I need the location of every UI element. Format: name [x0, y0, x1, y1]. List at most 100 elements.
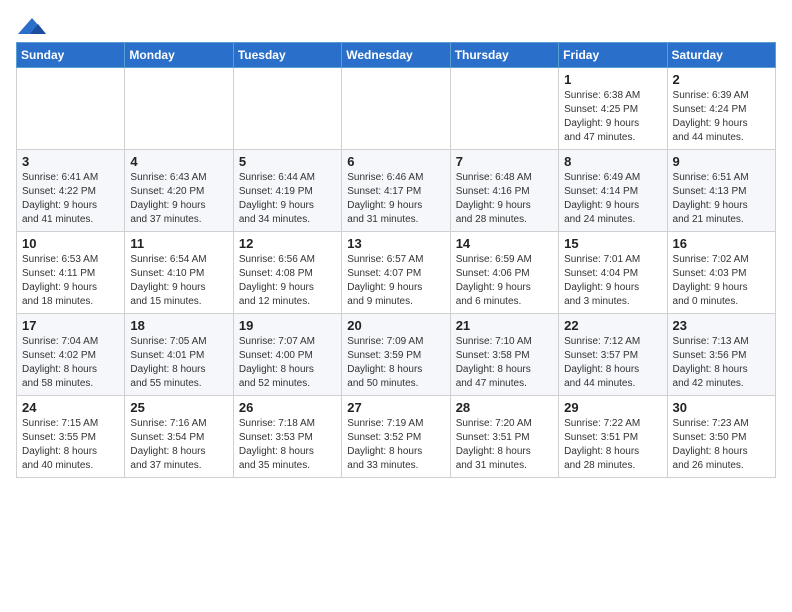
- calendar-cell: 18 Sunrise: 7:05 AM Sunset: 4:01 PM Dayli…: [125, 314, 233, 396]
- day-info: Sunrise: 6:48 AM Sunset: 4:16 PM Dayligh…: [456, 171, 553, 227]
- header-monday: Monday: [125, 43, 233, 68]
- calendar-week-row: 17 Sunrise: 7:04 AM Sunset: 4:02 PM Dayli…: [17, 314, 776, 396]
- header-saturday: Saturday: [667, 43, 775, 68]
- header-sunday: Sunday: [17, 43, 125, 68]
- day-info: Sunrise: 6:56 AM Sunset: 4:08 PM Dayligh…: [239, 253, 336, 309]
- calendar-cell: 10 Sunrise: 6:53 AM Sunset: 4:11 PM Dayli…: [17, 232, 125, 314]
- calendar-cell: 2 Sunrise: 6:39 AM Sunset: 4:24 PM Daylig…: [667, 68, 775, 150]
- day-info: Sunrise: 7:12 AM Sunset: 3:57 PM Dayligh…: [564, 335, 661, 391]
- day-info: Sunrise: 7:10 AM Sunset: 3:58 PM Dayligh…: [456, 335, 553, 391]
- calendar-week-row: 3 Sunrise: 6:41 AM Sunset: 4:22 PM Daylig…: [17, 150, 776, 232]
- calendar-cell: 29Sunrise: 7:22 AM Sunset: 3:51 PM Dayli…: [559, 396, 667, 478]
- day-number: 16: [673, 236, 770, 251]
- day-number: 12: [239, 236, 336, 251]
- day-info: Sunrise: 7:16 AM Sunset: 3:54 PM Dayligh…: [130, 417, 227, 473]
- header-thursday: Thursday: [450, 43, 558, 68]
- day-info: Sunrise: 7:18 AM Sunset: 3:53 PM Dayligh…: [239, 417, 336, 473]
- day-info: Sunrise: 7:07 AM Sunset: 4:00 PM Dayligh…: [239, 335, 336, 391]
- calendar-cell: 30 Sunrise: 7:23 AM Sunset: 3:50 PM Dayli…: [667, 396, 775, 478]
- calendar-cell: 21 Sunrise: 7:10 AM Sunset: 3:58 PM Dayli…: [450, 314, 558, 396]
- calendar-cell: [233, 68, 341, 150]
- day-info: Sunrise: 6:43 AM Sunset: 4:20 PM Dayligh…: [130, 171, 227, 227]
- header-tuesday: Tuesday: [233, 43, 341, 68]
- day-number: 30: [673, 400, 770, 415]
- calendar-cell: 11Sunrise: 6:54 AM Sunset: 4:10 PM Dayli…: [125, 232, 233, 314]
- day-number: 23: [673, 318, 770, 333]
- day-number: 2: [673, 72, 770, 87]
- logo: [16, 16, 46, 34]
- page-header: [16, 16, 776, 34]
- day-number: 6: [347, 154, 444, 169]
- day-number: 24: [22, 400, 119, 415]
- day-info: Sunrise: 6:44 AM Sunset: 4:19 PM Dayligh…: [239, 171, 336, 227]
- calendar-cell: 3 Sunrise: 6:41 AM Sunset: 4:22 PM Daylig…: [17, 150, 125, 232]
- calendar-cell: 24 Sunrise: 7:15 AM Sunset: 3:55 PM Dayli…: [17, 396, 125, 478]
- day-info: Sunrise: 7:05 AM Sunset: 4:01 PM Dayligh…: [130, 335, 227, 391]
- calendar-cell: 15 Sunrise: 7:01 AM Sunset: 4:04 PM Dayli…: [559, 232, 667, 314]
- calendar-cell: 8 Sunrise: 6:49 AM Sunset: 4:14 PM Daylig…: [559, 150, 667, 232]
- calendar-cell: 19 Sunrise: 7:07 AM Sunset: 4:00 PM Dayli…: [233, 314, 341, 396]
- calendar-cell: 6 Sunrise: 6:46 AM Sunset: 4:17 PM Daylig…: [342, 150, 450, 232]
- day-number: 13: [347, 236, 444, 251]
- day-info: Sunrise: 7:01 AM Sunset: 4:04 PM Dayligh…: [564, 253, 661, 309]
- day-number: 19: [239, 318, 336, 333]
- day-number: 15: [564, 236, 661, 251]
- day-info: Sunrise: 6:41 AM Sunset: 4:22 PM Dayligh…: [22, 171, 119, 227]
- day-number: 14: [456, 236, 553, 251]
- day-number: 1: [564, 72, 661, 87]
- calendar-cell: 17 Sunrise: 7:04 AM Sunset: 4:02 PM Dayli…: [17, 314, 125, 396]
- day-number: 26: [239, 400, 336, 415]
- header-friday: Friday: [559, 43, 667, 68]
- calendar-week-row: 10 Sunrise: 6:53 AM Sunset: 4:11 PM Dayli…: [17, 232, 776, 314]
- day-number: 4: [130, 154, 227, 169]
- calendar-cell: [450, 68, 558, 150]
- calendar-cell: 16 Sunrise: 7:02 AM Sunset: 4:03 PM Dayli…: [667, 232, 775, 314]
- calendar-cell: 1 Sunrise: 6:38 AM Sunset: 4:25 PM Daylig…: [559, 68, 667, 150]
- day-info: Sunrise: 7:13 AM Sunset: 3:56 PM Dayligh…: [673, 335, 770, 391]
- calendar-cell: 9Sunrise: 6:51 AM Sunset: 4:13 PM Daylig…: [667, 150, 775, 232]
- day-info: Sunrise: 7:23 AM Sunset: 3:50 PM Dayligh…: [673, 417, 770, 473]
- day-number: 9: [673, 154, 770, 169]
- day-number: 7: [456, 154, 553, 169]
- day-info: Sunrise: 7:20 AM Sunset: 3:51 PM Dayligh…: [456, 417, 553, 473]
- calendar-cell: 22 Sunrise: 7:12 AM Sunset: 3:57 PM Dayli…: [559, 314, 667, 396]
- day-number: 29: [564, 400, 661, 415]
- logo-icon: [18, 16, 46, 38]
- day-number: 8: [564, 154, 661, 169]
- day-number: 20: [347, 318, 444, 333]
- calendar-cell: 14 Sunrise: 6:59 AM Sunset: 4:06 PM Dayli…: [450, 232, 558, 314]
- day-info: Sunrise: 7:19 AM Sunset: 3:52 PM Dayligh…: [347, 417, 444, 473]
- calendar-week-row: 1 Sunrise: 6:38 AM Sunset: 4:25 PM Daylig…: [17, 68, 776, 150]
- day-info: Sunrise: 6:49 AM Sunset: 4:14 PM Dayligh…: [564, 171, 661, 227]
- day-info: Sunrise: 6:46 AM Sunset: 4:17 PM Dayligh…: [347, 171, 444, 227]
- calendar-cell: 23 Sunrise: 7:13 AM Sunset: 3:56 PM Dayli…: [667, 314, 775, 396]
- calendar-cell: 28 Sunrise: 7:20 AM Sunset: 3:51 PM Dayli…: [450, 396, 558, 478]
- day-number: 22: [564, 318, 661, 333]
- day-info: Sunrise: 7:15 AM Sunset: 3:55 PM Dayligh…: [22, 417, 119, 473]
- day-number: 10: [22, 236, 119, 251]
- calendar-cell: [17, 68, 125, 150]
- day-number: 17: [22, 318, 119, 333]
- calendar-cell: 7 Sunrise: 6:48 AM Sunset: 4:16 PM Daylig…: [450, 150, 558, 232]
- calendar-cell: 4 Sunrise: 6:43 AM Sunset: 4:20 PM Daylig…: [125, 150, 233, 232]
- day-number: 21: [456, 318, 553, 333]
- day-number: 18: [130, 318, 227, 333]
- day-info: Sunrise: 6:38 AM Sunset: 4:25 PM Dayligh…: [564, 89, 661, 145]
- calendar-week-row: 24 Sunrise: 7:15 AM Sunset: 3:55 PM Dayli…: [17, 396, 776, 478]
- calendar-cell: 27Sunrise: 7:19 AM Sunset: 3:52 PM Dayli…: [342, 396, 450, 478]
- calendar-table: SundayMondayTuesdayWednesdayThursdayFrid…: [16, 42, 776, 478]
- day-number: 5: [239, 154, 336, 169]
- calendar-cell: 13 Sunrise: 6:57 AM Sunset: 4:07 PM Dayli…: [342, 232, 450, 314]
- day-number: 3: [22, 154, 119, 169]
- day-info: Sunrise: 7:02 AM Sunset: 4:03 PM Dayligh…: [673, 253, 770, 309]
- calendar-cell: [125, 68, 233, 150]
- calendar-cell: 26 Sunrise: 7:18 AM Sunset: 3:53 PM Dayli…: [233, 396, 341, 478]
- day-info: Sunrise: 6:39 AM Sunset: 4:24 PM Dayligh…: [673, 89, 770, 145]
- calendar-cell: 20 Sunrise: 7:09 AM Sunset: 3:59 PM Dayli…: [342, 314, 450, 396]
- day-info: Sunrise: 6:59 AM Sunset: 4:06 PM Dayligh…: [456, 253, 553, 309]
- day-number: 28: [456, 400, 553, 415]
- day-info: Sunrise: 7:09 AM Sunset: 3:59 PM Dayligh…: [347, 335, 444, 391]
- day-info: Sunrise: 7:04 AM Sunset: 4:02 PM Dayligh…: [22, 335, 119, 391]
- day-info: Sunrise: 6:53 AM Sunset: 4:11 PM Dayligh…: [22, 253, 119, 309]
- day-info: Sunrise: 6:57 AM Sunset: 4:07 PM Dayligh…: [347, 253, 444, 309]
